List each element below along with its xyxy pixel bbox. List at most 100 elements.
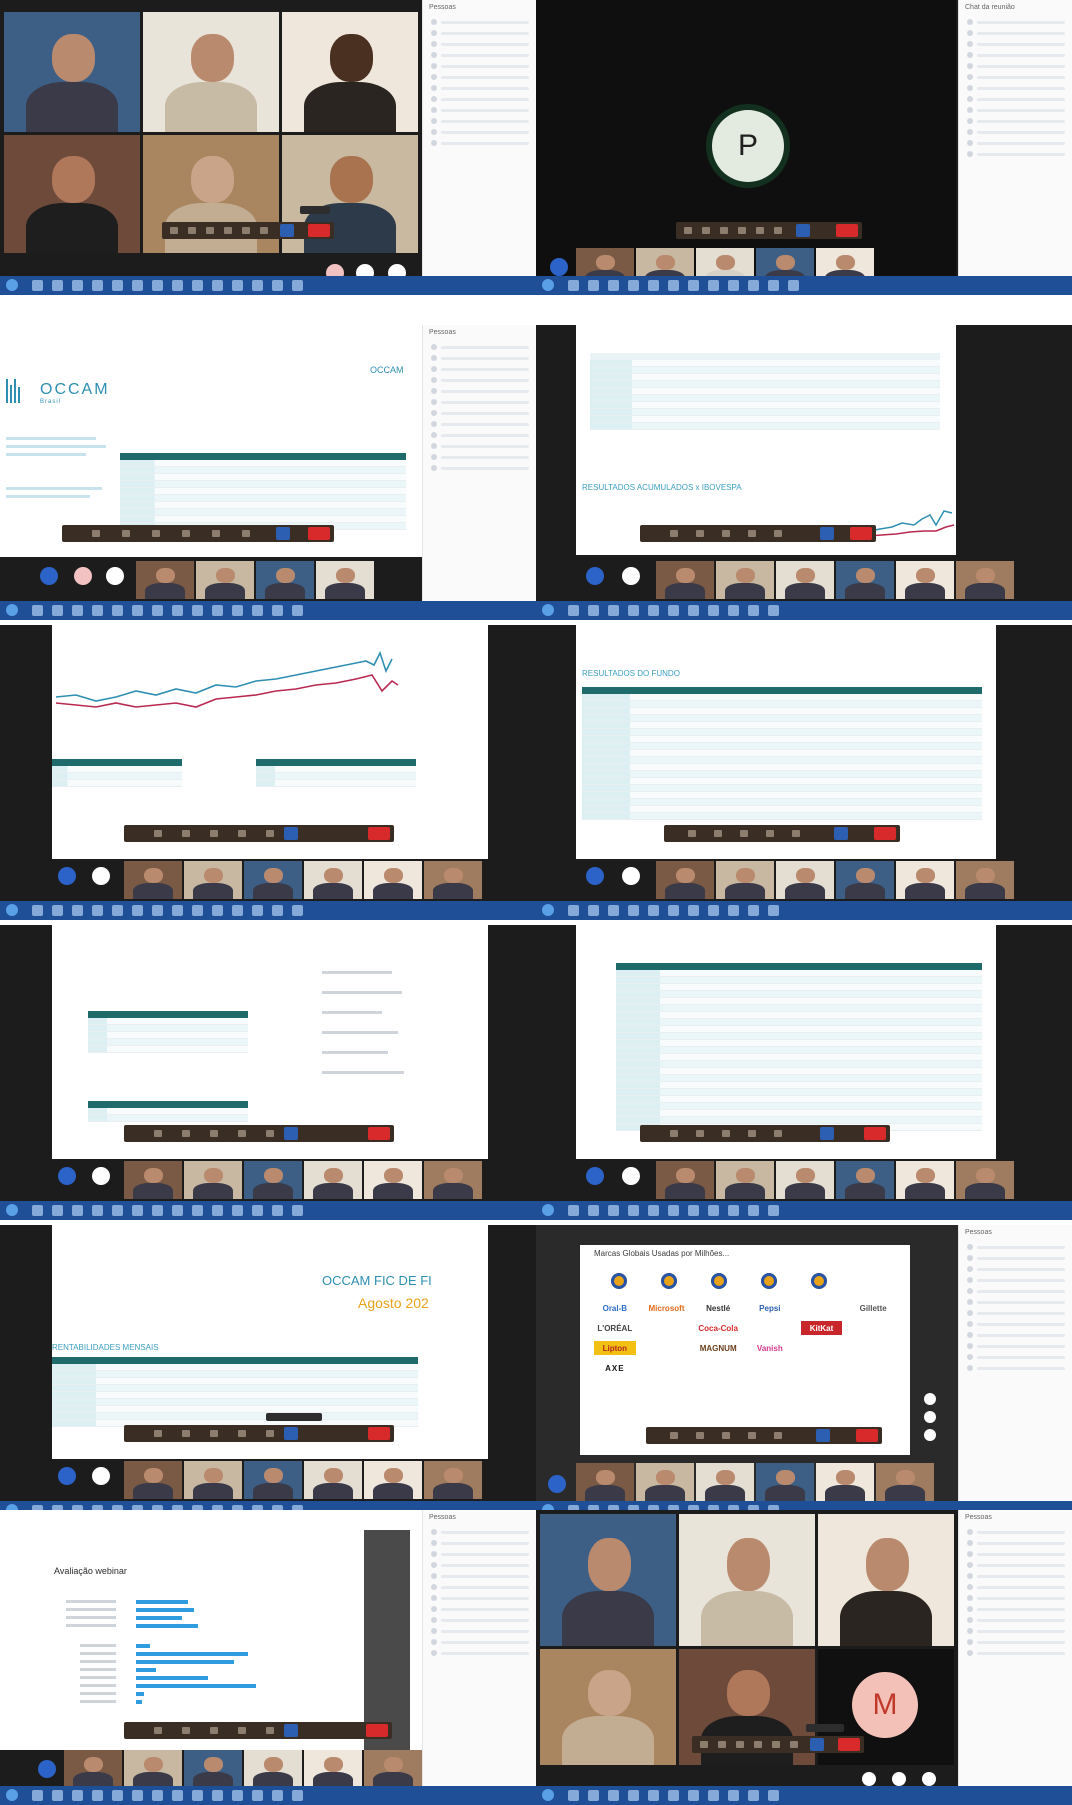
start-icon[interactable] (542, 1789, 554, 1801)
participant-video[interactable] (540, 1514, 676, 1646)
participant-thumbnail[interactable] (424, 1161, 482, 1199)
status-button[interactable] (92, 1167, 110, 1185)
participant-thumbnail[interactable] (304, 861, 362, 899)
status-button[interactable] (40, 567, 58, 585)
camera-icon[interactable] (684, 227, 692, 234)
share-screen-icon[interactable] (820, 527, 834, 540)
microphone-icon[interactable] (122, 530, 130, 537)
participant-thumbnail[interactable] (124, 1161, 182, 1199)
participant-thumbnail[interactable] (716, 561, 774, 599)
participant-thumbnail[interactable] (256, 561, 314, 599)
status-button[interactable] (924, 1429, 936, 1441)
participants-icon[interactable] (266, 1130, 274, 1137)
status-button[interactable] (58, 1167, 76, 1185)
participant-thumbnail[interactable] (876, 1463, 934, 1501)
participant-thumbnail[interactable] (576, 1463, 634, 1501)
participant-thumbnail[interactable] (776, 1161, 834, 1199)
start-icon[interactable] (6, 1204, 18, 1216)
participant-thumbnail[interactable] (196, 561, 254, 599)
start-icon[interactable] (6, 279, 18, 291)
participant-thumbnail[interactable] (304, 1161, 362, 1199)
participant-thumbnail[interactable] (124, 1461, 182, 1499)
share-screen-icon[interactable] (280, 224, 294, 237)
status-button[interactable] (548, 1475, 566, 1493)
participant-thumbnail[interactable] (836, 861, 894, 899)
camera-icon[interactable] (688, 830, 696, 837)
participant-thumbnail[interactable] (364, 1750, 422, 1786)
camera-icon[interactable] (154, 1130, 162, 1137)
chat-icon[interactable] (210, 1130, 218, 1137)
reactions-icon[interactable] (238, 1130, 246, 1137)
participant-thumbnail[interactable] (424, 1461, 482, 1499)
start-icon[interactable] (6, 904, 18, 916)
participant-thumbnail[interactable] (896, 861, 954, 899)
status-button[interactable] (622, 567, 640, 585)
camera-icon[interactable] (670, 530, 678, 537)
participant-thumbnail[interactable] (776, 861, 834, 899)
participant-thumbnail[interactable] (696, 248, 754, 276)
category-icon[interactable] (811, 1273, 827, 1289)
more-options-icon[interactable] (790, 1741, 798, 1748)
chat-icon[interactable] (210, 1727, 218, 1734)
share-screen-icon[interactable] (796, 224, 810, 237)
chat-icon[interactable] (720, 227, 728, 234)
hang-up-button[interactable] (836, 224, 858, 237)
camera-icon[interactable] (92, 530, 100, 537)
status-button[interactable] (586, 867, 604, 885)
participant-thumbnail[interactable] (776, 561, 834, 599)
camera-icon[interactable] (154, 830, 162, 837)
participant-thumbnail[interactable] (364, 1461, 422, 1499)
participants-icon[interactable] (266, 830, 274, 837)
participant-video[interactable] (540, 1649, 676, 1765)
participant-thumbnail[interactable] (656, 561, 714, 599)
participant-thumbnail[interactable] (956, 561, 1014, 599)
hang-up-button[interactable] (368, 1427, 390, 1440)
chat-icon[interactable] (210, 1430, 218, 1437)
participant-thumbnail[interactable] (424, 861, 482, 899)
participant-thumbnail[interactable] (244, 1750, 302, 1786)
participant-thumbnail[interactable] (816, 248, 874, 276)
share-screen-icon[interactable] (820, 1127, 834, 1140)
camera-icon[interactable] (154, 1727, 162, 1734)
participant-thumbnail[interactable] (636, 248, 694, 276)
reactions-icon[interactable] (738, 227, 746, 234)
hang-up-button[interactable] (864, 1127, 886, 1140)
chat-icon[interactable] (740, 830, 748, 837)
chat-icon[interactable] (206, 227, 214, 234)
participant-thumbnail[interactable] (184, 1461, 242, 1499)
participant-thumbnail[interactable] (656, 1161, 714, 1199)
participant-thumbnail[interactable] (124, 861, 182, 899)
participant-thumbnail[interactable] (304, 1461, 362, 1499)
participants-icon[interactable] (774, 1130, 782, 1137)
microphone-icon[interactable] (182, 1430, 190, 1437)
participants-icon[interactable] (774, 1432, 782, 1439)
more-options-icon[interactable] (260, 227, 268, 234)
reactions-icon[interactable] (238, 1727, 246, 1734)
participant-thumbnail[interactable] (136, 561, 194, 599)
reactions-icon[interactable] (748, 530, 756, 537)
participant-thumbnail[interactable] (364, 1161, 422, 1199)
chat-icon[interactable] (722, 1130, 730, 1137)
hang-up-button[interactable] (308, 527, 330, 540)
participant-thumbnail[interactable] (184, 1161, 242, 1199)
participants-icon[interactable] (266, 1727, 274, 1734)
status-button[interactable] (106, 567, 124, 585)
chat-icon[interactable] (722, 1432, 730, 1439)
chat-icon[interactable] (152, 530, 160, 537)
status-button[interactable] (92, 1467, 110, 1485)
microphone-icon[interactable] (182, 1727, 190, 1734)
participant-thumbnail[interactable] (816, 1463, 874, 1501)
participant-thumbnail[interactable] (716, 1161, 774, 1199)
participant-thumbnail[interactable] (836, 1161, 894, 1199)
hang-up-button[interactable] (838, 1738, 860, 1751)
participant-thumbnail[interactable] (244, 1461, 302, 1499)
participant-video[interactable] (282, 12, 418, 132)
participant-video[interactable] (679, 1514, 815, 1646)
participant-thumbnail[interactable] (756, 1463, 814, 1501)
participant-thumbnail[interactable] (64, 1750, 122, 1786)
participants-icon[interactable] (774, 530, 782, 537)
participant-video[interactable] (818, 1514, 954, 1646)
camera-icon[interactable] (670, 1130, 678, 1137)
share-screen-icon[interactable] (284, 1427, 298, 1440)
chat-icon[interactable] (736, 1741, 744, 1748)
